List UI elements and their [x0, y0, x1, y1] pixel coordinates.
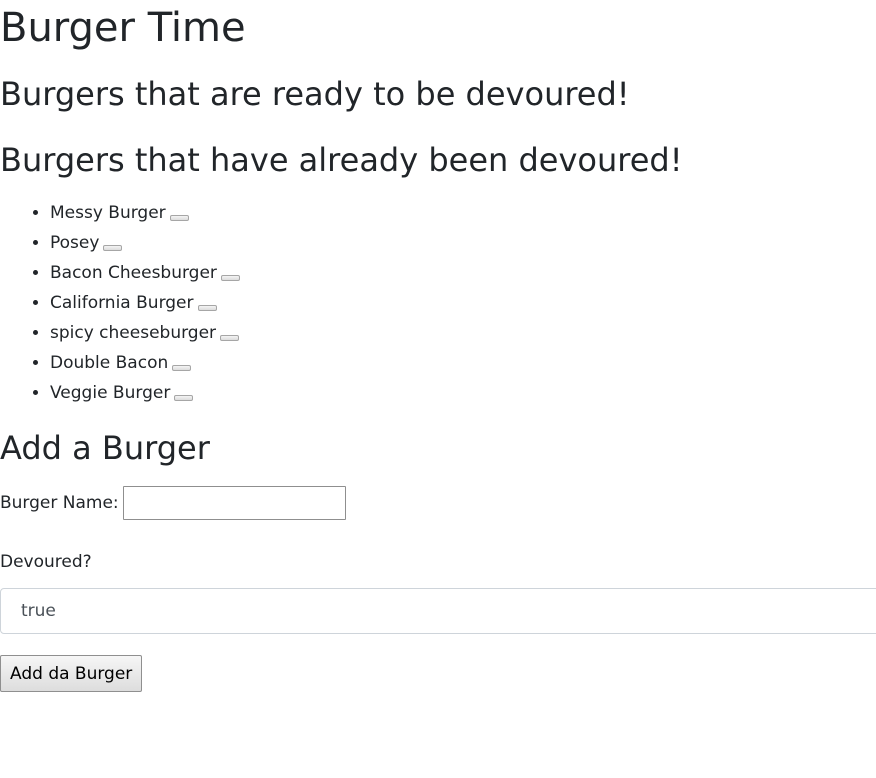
- burger-name: Veggie Burger: [50, 383, 171, 403]
- devoured-burger-list: Messy Burger Posey Bacon Cheesburger Cal…: [0, 198, 240, 408]
- add-burger-heading: Add a Burger: [0, 429, 210, 467]
- burger-name: Double Bacon: [50, 353, 169, 373]
- page-title: Burger Time: [0, 5, 246, 51]
- devoured-label: Devoured?: [0, 552, 92, 572]
- devoured-select-value: true: [21, 601, 56, 621]
- ready-burgers-heading: Burgers that are ready to be devoured!: [0, 75, 630, 113]
- burger-name: California Burger: [50, 293, 194, 313]
- burger-action-button[interactable]: [103, 245, 123, 251]
- devoured-select[interactable]: true: [0, 588, 876, 634]
- list-item: Bacon Cheesburger: [50, 258, 240, 288]
- burger-name-label: Burger Name:: [0, 493, 119, 513]
- burger-action-button[interactable]: [220, 275, 240, 281]
- burger-action-button[interactable]: [172, 365, 192, 371]
- burger-name: Bacon Cheesburger: [50, 263, 217, 283]
- burger-name: Posey: [50, 233, 100, 253]
- burger-name-input[interactable]: [122, 486, 346, 520]
- list-item: Posey: [50, 228, 240, 258]
- add-burger-button[interactable]: Add da Burger: [0, 655, 143, 692]
- list-item: spicy cheeseburger: [50, 318, 240, 348]
- devoured-burgers-heading: Burgers that have already been devoured!: [0, 141, 683, 179]
- burger-name: spicy cheeseburger: [50, 323, 217, 343]
- list-item: Veggie Burger: [50, 378, 240, 408]
- burger-action-button[interactable]: [174, 395, 194, 401]
- burger-name: Messy Burger: [50, 203, 166, 223]
- burger-name-row: Burger Name:: [0, 484, 346, 522]
- list-item: Messy Burger: [50, 198, 240, 228]
- burger-action-button[interactable]: [220, 335, 240, 341]
- burger-action-button[interactable]: [169, 215, 189, 221]
- burger-action-button[interactable]: [197, 305, 217, 311]
- list-item: California Burger: [50, 288, 240, 318]
- list-item: Double Bacon: [50, 348, 240, 378]
